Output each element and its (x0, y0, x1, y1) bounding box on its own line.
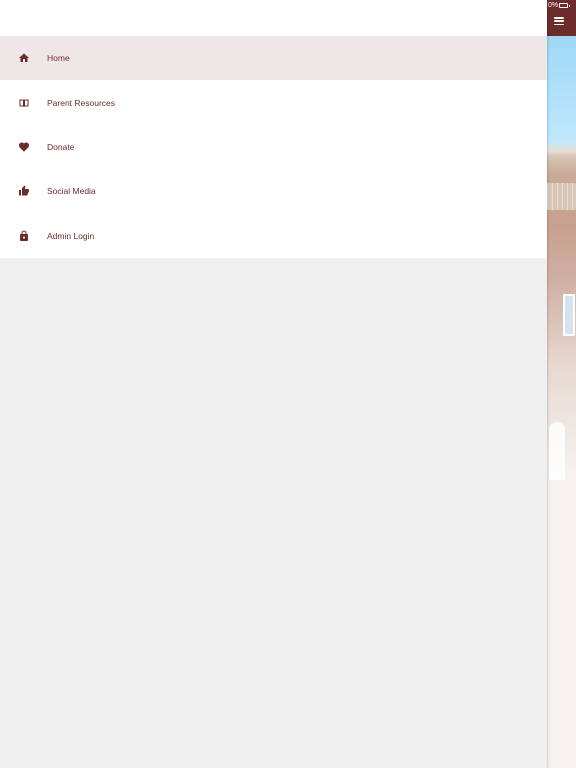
status-bar: 0% (547, 0, 576, 12)
lock-icon (18, 230, 30, 242)
menu-icon[interactable] (554, 17, 564, 25)
drawer-header (0, 0, 547, 36)
photo-fence (547, 183, 576, 210)
thumbs-up-icon (18, 185, 30, 197)
drawer-empty-area (0, 258, 547, 768)
menu-item-parent-resources[interactable]: Parent Resources (0, 80, 547, 124)
photo-window (563, 294, 575, 336)
menu-item-admin-login[interactable]: Admin Login (0, 214, 547, 258)
top-app-bar: 0% (547, 0, 576, 36)
battery-percent: 0% (548, 2, 559, 9)
drawer-menu: Home Parent Resources Donate Social Medi… (0, 36, 547, 258)
menu-item-social-media-label: Social Media (47, 186, 96, 197)
school-photo (547, 36, 576, 768)
navigation-drawer: Home Parent Resources Donate Social Medi… (0, 0, 547, 768)
app-screen: 0% Home Parent Resources Donate Social M… (0, 0, 576, 768)
menu-icon-line (554, 17, 564, 19)
book-icon (18, 97, 30, 109)
battery-icon (559, 3, 570, 8)
menu-item-social-media[interactable]: Social Media (0, 169, 547, 213)
heart-icon (18, 141, 30, 153)
menu-icon-line (554, 20, 564, 22)
menu-item-home[interactable]: Home (0, 36, 547, 81)
menu-item-admin-login-label: Admin Login (47, 230, 95, 241)
photo-post (549, 422, 565, 480)
menu-icon-line (554, 23, 564, 25)
menu-item-donate[interactable]: Donate (0, 125, 547, 169)
home-icon (18, 52, 30, 64)
menu-item-donate-label: Donate (47, 141, 75, 152)
menu-item-parent-resources-label: Parent Resources (47, 97, 116, 108)
menu-item-home-label: Home (47, 53, 70, 64)
background-page: 0% (547, 0, 576, 768)
